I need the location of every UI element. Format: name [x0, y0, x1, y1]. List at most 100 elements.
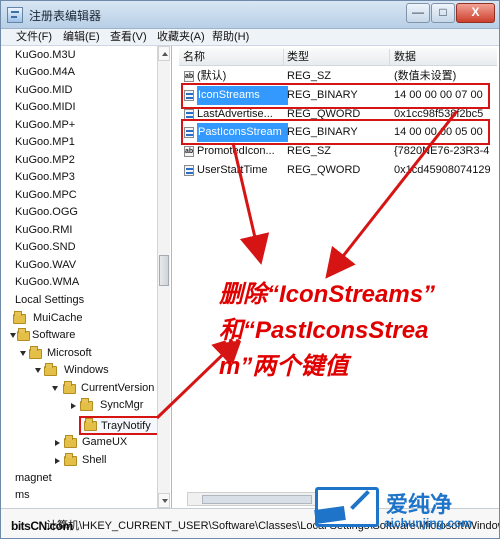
- tree-label: KuGoo.MP3: [15, 171, 75, 183]
- binary-value-icon: [184, 165, 194, 176]
- collapse-icon[interactable]: [10, 333, 16, 338]
- tree-item-traynotify[interactable]: TrayNotify: [79, 416, 161, 435]
- tree-label: Windows: [64, 364, 109, 376]
- folder-icon: [64, 453, 77, 466]
- column-data-header[interactable]: 数据: [394, 49, 416, 65]
- collapse-icon[interactable]: [52, 386, 58, 391]
- maximize-button[interactable]: □: [431, 3, 455, 23]
- tree-label: SyncMgr: [100, 399, 144, 411]
- aichunjing-url: aichunjing.com: [384, 516, 473, 530]
- window-title: 注册表编辑器: [29, 9, 102, 23]
- menu-help[interactable]: 帮助(H): [210, 30, 251, 45]
- folder-icon: [29, 346, 42, 359]
- value-data: 14 00 00 00 05 00: [394, 126, 483, 138]
- value-name: UserStartTime: [197, 164, 268, 176]
- value-name: (默认): [197, 70, 227, 82]
- registry-value-row-pasticonsstream[interactable]: PastIconsStream REG_BINARY 14 00 00 00 0…: [179, 123, 497, 142]
- value-name: PromotedIcon...: [197, 145, 275, 157]
- tree-item-muicache[interactable]: MuiCache: [10, 310, 150, 327]
- menu-view[interactable]: 查看(V): [108, 30, 149, 45]
- registry-value-row[interactable]: ab PromotedIcon... REG_SZ {7820NE76-23R3…: [179, 142, 497, 161]
- tree-item-shell[interactable]: Shell: [54, 452, 159, 469]
- value-data: (数值未设置): [394, 70, 457, 82]
- column-type-header[interactable]: 类型: [287, 49, 309, 65]
- string-value-icon: ab: [184, 146, 194, 157]
- folder-icon: [13, 311, 26, 324]
- horizontal-scroll-thumb[interactable]: [202, 495, 312, 504]
- tree-label: Software: [32, 329, 76, 341]
- registry-value-row[interactable]: ab (默认) REG_SZ (数值未设置): [179, 67, 497, 86]
- tree-label: KuGoo.WAV: [15, 259, 77, 271]
- expand-icon[interactable]: [55, 440, 60, 446]
- instruction-line-1: 删除“IconStreams”: [219, 281, 436, 308]
- tree-item-syncmgr[interactable]: SyncMgr: [70, 397, 165, 414]
- tree-label: KuGoo.SND: [15, 241, 76, 253]
- deletion-instruction: 删除“IconStreams” 和“PastIconsStrea m”两个键值: [219, 277, 481, 385]
- tree-label: KuGoo.MID: [15, 84, 73, 96]
- expand-icon[interactable]: [55, 458, 60, 464]
- binary-value-icon: [184, 109, 194, 120]
- tree-label: ms: [15, 489, 30, 501]
- value-name: LastAdvertise...: [197, 108, 273, 120]
- value-data: 0x1cc98f538f2bc5: [394, 108, 484, 120]
- registry-editor-window: 注册表编辑器 — □ X 文件(F) 编辑(E) 查看(V) 收藏夹(A) 帮助…: [0, 0, 500, 539]
- tree-label: KuGoo.M3U: [15, 49, 76, 61]
- value-name: PastIconsStream: [197, 123, 288, 142]
- value-type: REG_BINARY: [287, 89, 358, 101]
- expand-icon[interactable]: [71, 403, 76, 409]
- binary-value-icon: [184, 127, 194, 138]
- value-type: REG_QWORD: [287, 164, 361, 176]
- folder-icon: [64, 435, 77, 448]
- value-data: 14 00 00 00 07 00: [394, 89, 483, 101]
- tree-item-windows[interactable]: Windows: [34, 362, 164, 379]
- tree-item-gameux[interactable]: GameUX: [54, 434, 159, 451]
- tree-item-currentversion[interactable]: CurrentVersion: [51, 380, 166, 397]
- tree-label: GameUX: [82, 436, 128, 448]
- instruction-line-3: m”两个键值: [219, 353, 349, 380]
- column-name-header[interactable]: 名称: [183, 49, 205, 65]
- tree-label: KuGoo.RMI: [15, 224, 73, 236]
- tree-item-microsoft[interactable]: Microsoft: [19, 345, 159, 362]
- folder-icon: [63, 381, 76, 394]
- tree-label: KuGoo.MP2: [15, 154, 75, 166]
- value-type: REG_BINARY: [287, 126, 358, 138]
- values-header: 名称 类型 数据: [179, 48, 497, 66]
- menu-file[interactable]: 文件(F): [14, 30, 54, 45]
- tree-item-software[interactable]: Software: [9, 327, 154, 344]
- column-divider[interactable]: [283, 49, 284, 65]
- minimize-button[interactable]: —: [406, 3, 430, 23]
- tree-label: KuGoo.M4A: [15, 66, 75, 78]
- collapse-icon[interactable]: [20, 351, 26, 356]
- scroll-up-button[interactable]: [158, 46, 170, 61]
- menu-edit[interactable]: 编辑(E): [61, 30, 102, 45]
- registry-editor-icon: [7, 7, 23, 23]
- instruction-line-2: 和“PastIconsStrea: [219, 317, 429, 344]
- collapse-icon[interactable]: [35, 368, 41, 373]
- tree-label: TrayNotify: [101, 420, 151, 432]
- aichunjing-title: 爱纯净: [386, 492, 453, 517]
- registry-tree[interactable]: KuGoo.M3U KuGoo.M4A KuGoo.MID KuGoo.MIDI…: [9, 46, 172, 508]
- tree-label: CurrentVersion: [81, 382, 155, 394]
- bitscn-watermark: bitsCN.com: [11, 519, 73, 533]
- registry-value-row[interactable]: LastAdvertise... REG_QWORD 0x1cc98f538f2…: [179, 105, 497, 124]
- folder-icon: [44, 363, 57, 376]
- aichunjing-logo-icon: [315, 487, 379, 527]
- tree-label: KuGoo.MP+: [15, 119, 76, 131]
- tree-label: Shell: [82, 454, 107, 466]
- title-bar[interactable]: 注册表编辑器 — □ X: [1, 1, 499, 29]
- tree-label: KuGoo.MIDI: [15, 101, 76, 113]
- close-button[interactable]: X: [456, 3, 495, 23]
- binary-value-icon: [184, 90, 194, 101]
- value-type: REG_SZ: [287, 145, 332, 157]
- value-type: REG_SZ: [287, 70, 332, 82]
- value-data: {7820NE76-23R3-4: [394, 145, 490, 157]
- scroll-down-button[interactable]: [158, 493, 170, 508]
- tree-vertical-scrollbar[interactable]: [157, 46, 170, 508]
- tree-label: KuGoo.WMA: [15, 276, 80, 288]
- scroll-thumb[interactable]: [159, 255, 169, 286]
- menu-favorites[interactable]: 收藏夹(A): [155, 30, 207, 45]
- column-divider[interactable]: [389, 49, 390, 65]
- tree-label: Microsoft: [47, 347, 92, 359]
- registry-value-row-iconstreams[interactable]: IconStreams REG_BINARY 14 00 00 00 07 00: [179, 86, 497, 105]
- registry-value-row[interactable]: UserStartTime REG_QWORD 0x1cd45908074129: [179, 161, 497, 180]
